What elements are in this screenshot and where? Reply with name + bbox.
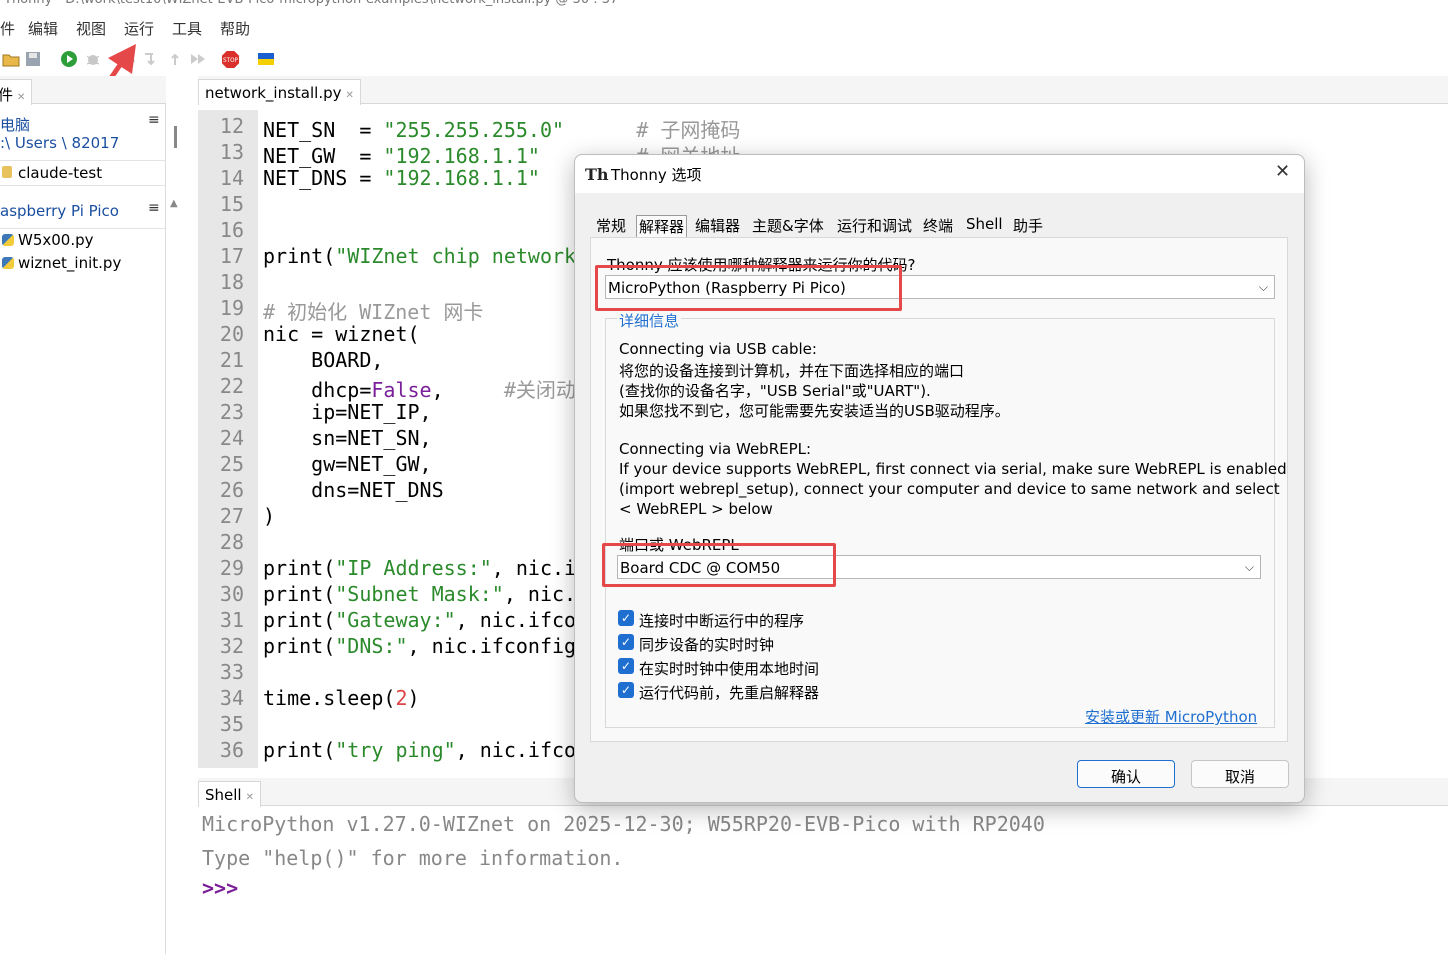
code-string: "IP Address:" bbox=[335, 556, 492, 580]
shell-tab-label: Shell bbox=[205, 786, 242, 804]
checkbox-interrupt[interactable]: ✓ bbox=[618, 610, 634, 626]
checkbox-label: 在实时时钟中使用本地时间 bbox=[639, 660, 820, 678]
code-text: NET_DNS = bbox=[263, 166, 384, 190]
tab-shell[interactable]: Shell ✕ bbox=[198, 781, 261, 807]
webrepl-line: If your device supports WebREPL, first c… bbox=[619, 460, 1287, 478]
checkbox-label: 运行代码前，先重启解释器 bbox=[639, 684, 820, 702]
checkbox-label: 同步设备的实时时钟 bbox=[639, 636, 775, 654]
tab-run-debug[interactable]: 运行和调试 bbox=[837, 215, 912, 236]
code-text: print( bbox=[263, 608, 336, 632]
cancel-button[interactable]: 取消 bbox=[1191, 760, 1289, 788]
usb-line: 如果您找不到它，您可能需要先安装适当的USB驱动程序。 bbox=[619, 402, 1010, 420]
code-text: NET_GW = bbox=[263, 144, 384, 168]
dialog-title: Thonny 选项 bbox=[611, 166, 702, 184]
shell-output-line: MicroPython v1.27.0-WIZnet on 2025-12-30… bbox=[202, 812, 1045, 836]
ok-button[interactable]: 确认 bbox=[1077, 760, 1175, 788]
code-line: print("Subnet Mask:", nic. bbox=[263, 582, 576, 606]
code-line: NET_DNS = "192.168.1.1" bbox=[263, 166, 540, 190]
webrepl-heading: Connecting via WebREPL: bbox=[619, 440, 812, 458]
install-micropython-link[interactable]: 安装或更新 MicroPython bbox=[1085, 706, 1257, 727]
code-line: print("try ping", nic.ifco bbox=[263, 738, 576, 762]
tab-general[interactable]: 常规 bbox=[596, 215, 626, 236]
tab-terminal[interactable]: 终端 bbox=[923, 215, 953, 236]
code-text: , nic.i bbox=[491, 556, 577, 580]
checkbox-sync-rtc[interactable]: ✓ bbox=[618, 634, 634, 650]
details-label: 详细信息 bbox=[617, 310, 682, 331]
webrepl-line: < WebREPL > below bbox=[619, 500, 773, 518]
code-line: BOARD, bbox=[263, 348, 384, 372]
code-text: NET_SN = bbox=[263, 118, 384, 142]
code-comment: #关闭动 bbox=[443, 378, 576, 402]
tab-theme-font[interactable]: 主题&字体 bbox=[752, 215, 824, 236]
tab-editor[interactable]: 编辑器 bbox=[695, 215, 740, 236]
tab-assistant[interactable]: 助手 bbox=[1013, 215, 1043, 236]
code-text: print( bbox=[263, 634, 336, 658]
code-line: ip=NET_IP, bbox=[263, 400, 432, 424]
code-comment: # 子网掩码 bbox=[564, 118, 741, 142]
code-string: "192.168.1.1" bbox=[383, 144, 540, 168]
code-line: NET_SN = "255.255.255.0" # 子网掩码 bbox=[263, 114, 740, 143]
code-line: ) bbox=[263, 504, 276, 528]
shell-prompt: >>> bbox=[202, 876, 239, 900]
code-text: , nic.ifco bbox=[455, 608, 577, 632]
usb-line: (查找你的设备名字，"USB Serial"或"UART"). bbox=[619, 382, 931, 400]
code-line: nic = wiznet( bbox=[263, 322, 420, 346]
code-line: print("DNS:", nic.ifconfig bbox=[263, 634, 576, 658]
chevron-down-icon: ⌵ bbox=[1244, 560, 1254, 574]
code-string: "192.168.1.1" bbox=[383, 166, 540, 190]
code-text: time.sleep( bbox=[263, 686, 396, 710]
interpreter-panel: Thonny 应该使用哪种解释器来运行你的代码? MicroPython (Ra… bbox=[590, 237, 1288, 742]
checkbox-label: 连接时中断运行中的程序 bbox=[639, 612, 805, 630]
tab-interpreter[interactable]: 解释器 bbox=[636, 215, 688, 237]
code-text: , nic.ifconfig bbox=[407, 634, 577, 658]
code-line: print("WIZnet chip network bbox=[263, 244, 576, 268]
code-text: , bbox=[431, 378, 444, 402]
code-text: print( bbox=[263, 582, 336, 606]
code-line: time.sleep(2) bbox=[263, 686, 420, 710]
code-string: "Gateway:" bbox=[335, 608, 456, 632]
chevron-down-icon: ⌵ bbox=[1258, 280, 1268, 294]
code-line: # 初始化 WIZnet 网卡 bbox=[263, 300, 484, 324]
code-text: dhcp= bbox=[263, 378, 372, 402]
shell-output-line: Type "help()" for more information. bbox=[202, 846, 624, 870]
shell-console[interactable]: MicroPython v1.27.0-WIZnet on 2025-12-30… bbox=[198, 806, 1448, 954]
interpreter-highlight bbox=[595, 265, 902, 311]
tab-shell[interactable]: Shell bbox=[966, 215, 1003, 233]
code-text: ) bbox=[407, 686, 420, 710]
code-line: print("Gateway:", nic.ifco bbox=[263, 608, 576, 632]
code-line: dns=NET_DNS bbox=[263, 478, 444, 502]
code-line: dhcp=False, #关闭动 bbox=[263, 374, 576, 403]
code-text: , nic. bbox=[503, 582, 577, 606]
code-string: "WIZnet chip network bbox=[335, 244, 577, 268]
thonny-window: Thonny - D:\work\test10\WIZnet-EVB-Pico-… bbox=[0, 0, 1448, 954]
code-line: sn=NET_SN, bbox=[263, 426, 432, 450]
code-text: print( bbox=[263, 244, 336, 268]
dialog-titlebar: Th Thonny 选项 ✕ bbox=[575, 155, 1304, 193]
close-icon[interactable]: ✕ bbox=[1275, 161, 1290, 182]
checkbox-restart[interactable]: ✓ bbox=[618, 682, 634, 698]
code-string: "255.255.255.0" bbox=[383, 118, 565, 142]
options-dialog: Th Thonny 选项 ✕ 常规 解释器 编辑器 主题&字体 运行和调试 终端… bbox=[574, 154, 1305, 803]
usb-line: 将您的设备连接到计算机，并在下面选择相应的端口 bbox=[619, 362, 965, 380]
code-string: "try ping" bbox=[335, 738, 456, 762]
checkbox-local-time[interactable]: ✓ bbox=[618, 658, 634, 674]
code-string: "Subnet Mask:" bbox=[335, 582, 504, 606]
code-line: gw=NET_GW, bbox=[263, 452, 432, 476]
port-highlight bbox=[602, 543, 836, 587]
usb-heading: Connecting via USB cable: bbox=[619, 340, 817, 358]
code-text: , nic.ifco bbox=[455, 738, 577, 762]
code-number: 2 bbox=[395, 686, 408, 710]
code-string: "DNS:" bbox=[335, 634, 408, 658]
code-keyword: False bbox=[371, 378, 432, 402]
webrepl-line: (import webrepl_setup), connect your com… bbox=[619, 480, 1280, 498]
code-text: print( bbox=[263, 738, 336, 762]
close-icon[interactable]: ✕ bbox=[246, 792, 254, 803]
thonny-logo-icon: Th bbox=[585, 165, 609, 184]
code-line: print("IP Address:", nic.i bbox=[263, 556, 576, 580]
code-text: print( bbox=[263, 556, 336, 580]
